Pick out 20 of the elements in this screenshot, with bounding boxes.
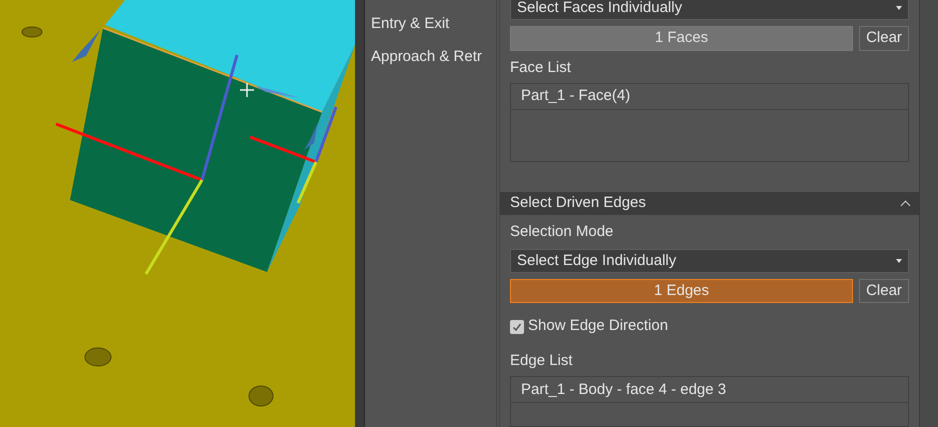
field-label: Selection Mode	[510, 222, 614, 242]
checkbox[interactable]: Show Edge Direction	[510, 315, 668, 338]
count-button[interactable]: 1 Faces	[510, 26, 853, 50]
nav-item[interactable]: Approach & Retr	[371, 46, 482, 68]
list-label: Face List	[510, 58, 572, 78]
scrollbar[interactable]	[919, 0, 938, 427]
nav-item[interactable]: Entry & Exit	[371, 13, 450, 36]
list-item[interactable]: Part_1 - Face(4)	[511, 84, 908, 110]
dropdown[interactable]: Select Faces Individually	[510, 0, 909, 20]
section-header[interactable]: Select Driven Edges	[500, 192, 919, 216]
dropdown[interactable]: Select Edge Individually	[510, 248, 909, 273]
clear-button[interactable]: Clear	[859, 26, 909, 50]
clear-button[interactable]: Clear	[859, 278, 909, 304]
dropdown-caret-icon	[896, 258, 902, 263]
dropdown-caret-icon	[896, 6, 902, 10]
panel-splitter[interactable]	[355, 0, 365, 427]
list-item[interactable]: Part_1 - Body - face 4 - edge 3	[511, 377, 908, 404]
count-button[interactable]: 1 Edges	[510, 278, 853, 304]
section-title: Select Driven Edges	[510, 193, 646, 214]
list-label: Edge List	[510, 350, 574, 371]
